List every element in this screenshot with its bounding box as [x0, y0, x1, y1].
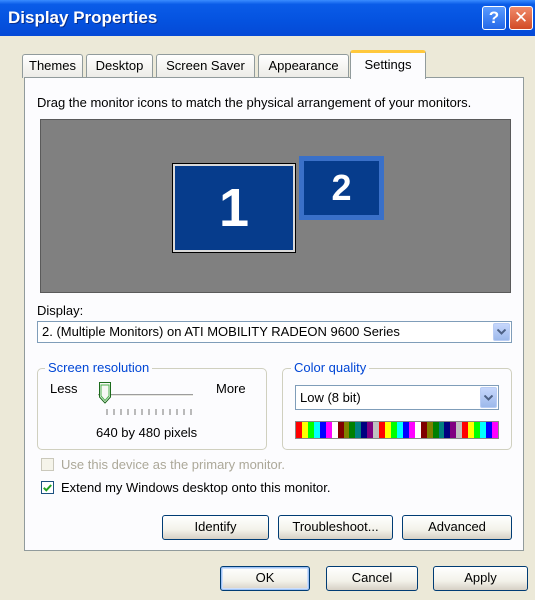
help-icon[interactable]: ? — [482, 6, 506, 30]
extend-desktop-label: Extend my Windows desktop onto this moni… — [61, 480, 331, 495]
monitor-2-icon[interactable]: 2 — [299, 156, 384, 220]
settings-tab-page: Drag the monitor icons to match the phys… — [24, 77, 524, 551]
slider-ticks — [106, 409, 192, 415]
apply-button[interactable]: Apply — [433, 566, 528, 591]
troubleshoot-button[interactable]: Troubleshoot... — [278, 515, 393, 540]
color-quality-group: Color quality Low (8 bit) — [282, 360, 512, 450]
tab-appearance[interactable]: Appearance — [258, 54, 349, 78]
checkmark-icon — [43, 483, 52, 492]
tab-desktop[interactable]: Desktop — [86, 54, 153, 78]
chevron-down-icon[interactable] — [480, 387, 497, 408]
ok-button[interactable]: OK — [220, 566, 310, 591]
display-properties-window: Display Properties ? ✕ Themes Desktop Sc… — [0, 0, 535, 600]
close-icon[interactable]: ✕ — [509, 6, 533, 30]
identify-button[interactable]: Identify — [162, 515, 269, 540]
title-bar[interactable]: Display Properties ? ✕ — [0, 0, 535, 36]
extend-desktop-checkbox[interactable] — [41, 481, 54, 494]
monitor-1-icon[interactable]: 1 — [172, 163, 296, 253]
primary-monitor-checkbox[interactable] — [41, 458, 54, 471]
primary-monitor-label: Use this device as the primary monitor. — [61, 457, 285, 472]
screen-resolution-group: Screen resolution Less More 640 by 480 p… — [37, 360, 267, 450]
tab-screen-saver[interactable]: Screen Saver — [156, 54, 255, 78]
color-palette-preview — [295, 421, 499, 439]
color-quality-dropdown[interactable]: Low (8 bit) — [295, 385, 499, 410]
monitor-arrangement-area[interactable]: 1 2 — [40, 119, 511, 293]
resolution-more-label: More — [216, 381, 246, 396]
cancel-button[interactable]: Cancel — [326, 566, 418, 591]
display-dropdown-value: 2. (Multiple Monitors) on ATI MOBILITY R… — [42, 324, 400, 339]
display-label: Display: — [37, 303, 84, 318]
palette-swatch — [491, 422, 498, 438]
tab-settings[interactable]: Settings — [350, 50, 426, 79]
color-quality-value: Low (8 bit) — [300, 390, 361, 405]
chevron-down-icon[interactable] — [493, 323, 510, 341]
display-dropdown[interactable]: 2. (Multiple Monitors) on ATI MOBILITY R… — [37, 321, 512, 343]
tab-themes[interactable]: Themes — [22, 54, 83, 78]
slider-thumb-icon[interactable] — [99, 382, 111, 404]
screen-resolution-title: Screen resolution — [45, 360, 153, 375]
resolution-value: 640 by 480 pixels — [96, 425, 198, 440]
advanced-button[interactable]: Advanced — [402, 515, 512, 540]
monitor-arrangement-instruction: Drag the monitor icons to match the phys… — [37, 95, 472, 110]
window-title: Display Properties — [8, 8, 158, 27]
resolution-slider-track[interactable] — [98, 394, 193, 397]
resolution-less-label: Less — [50, 381, 78, 396]
color-quality-title: Color quality — [291, 360, 370, 375]
